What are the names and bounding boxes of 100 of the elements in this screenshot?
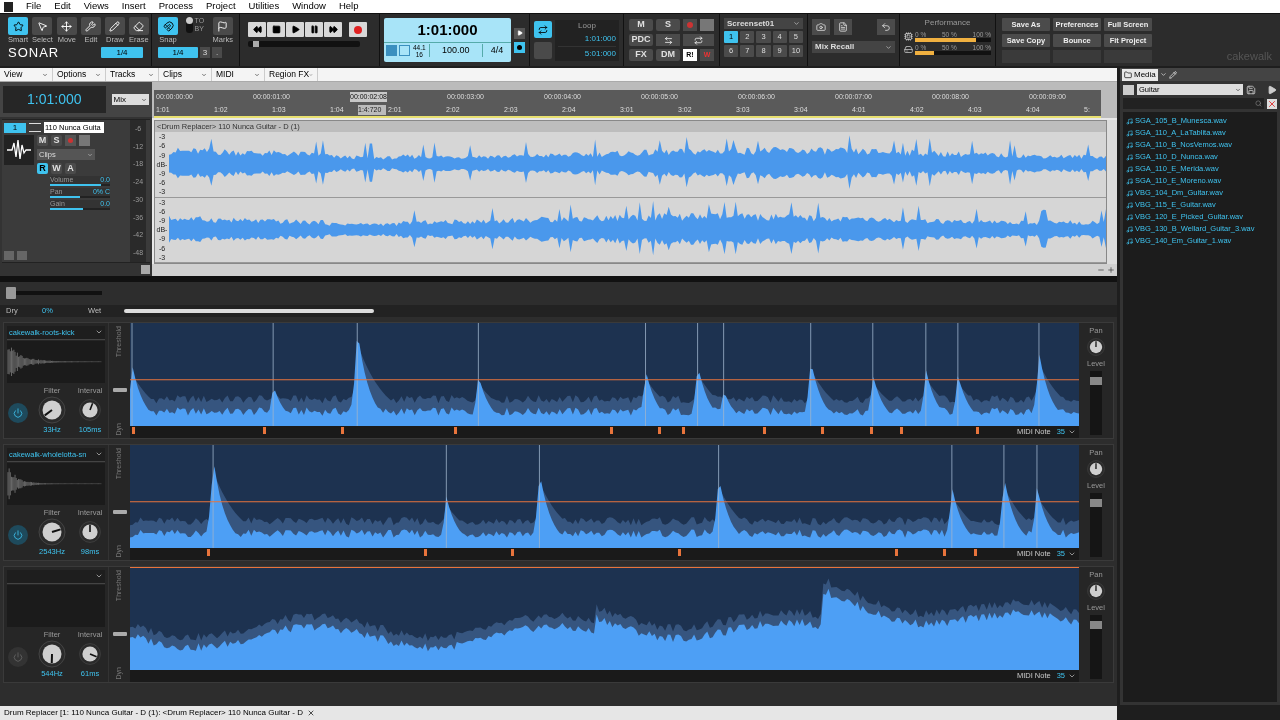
automation-button[interactable]: R [37, 163, 48, 175]
snap-button[interactable] [158, 17, 178, 35]
tool-button[interactable] [56, 17, 77, 35]
position-slider[interactable] [248, 41, 360, 47]
notes-button[interactable] [834, 19, 852, 35]
music-note-icon [1126, 141, 1133, 149]
interval-knob[interactable] [78, 520, 102, 543]
automation-button[interactable]: A [65, 163, 76, 175]
record-button[interactable] [349, 22, 367, 37]
meter-value[interactable]: 4/4 [483, 43, 511, 58]
track-view-menu[interactable]: Region FX [265, 68, 318, 81]
filter-knob[interactable] [38, 517, 66, 546]
caret-icon [87, 151, 93, 158]
search-field[interactable] [1123, 98, 1264, 109]
tool-button[interactable] [128, 17, 149, 35]
close-icon[interactable] [306, 709, 315, 717]
interval-knob[interactable] [78, 642, 102, 665]
menu-item[interactable]: Views [83, 0, 109, 14]
level-fader[interactable] [1090, 492, 1102, 557]
tool-button[interactable] [80, 17, 101, 35]
menu-item[interactable]: Project [205, 0, 236, 14]
view-mode-dropdown[interactable]: Mix [111, 94, 149, 106]
rewind-button[interactable] [248, 22, 266, 37]
solo-button[interactable]: S [656, 19, 680, 31]
editor-tab-label[interactable]: Drum Replacer [1: 110 Nunca Guitar - D (1): <Drum Replacer> 110 Nunca Guitar - D [4, 707, 303, 719]
menu-item[interactable]: Window [292, 0, 326, 14]
hit-marker [424, 549, 428, 556]
power-button[interactable] [8, 403, 28, 423]
music-note-icon [1126, 189, 1133, 197]
tool-button[interactable] [32, 17, 53, 35]
horizontal-scrollbar[interactable] [152, 264, 1117, 276]
search-icon [1255, 100, 1262, 107]
tool-button[interactable] [8, 17, 28, 35]
hit-marker [894, 549, 898, 556]
play-icon[interactable] [1267, 84, 1277, 95]
play-button[interactable] [286, 22, 304, 37]
screenset-dropdown[interactable]: Screenset01 [724, 18, 803, 29]
menu-item[interactable]: Edit [54, 0, 71, 14]
dropdown-caret-icon [1068, 672, 1076, 680]
track-view-menu[interactable]: Tracks [106, 68, 159, 81]
pause-icon [309, 25, 319, 34]
threshold-handle[interactable] [112, 631, 127, 636]
interval-knob[interactable] [78, 398, 102, 421]
track-toggle-button[interactable]: M [37, 135, 48, 147]
mix-recall-dropdown[interactable]: Mix Recall [812, 41, 895, 53]
record-mode-button[interactable] [514, 41, 525, 53]
threshold-handle[interactable] [112, 509, 127, 514]
pan-knob[interactable] [1086, 460, 1106, 479]
snapshot-button[interactable] [812, 19, 830, 35]
menu-item[interactable]: Process [158, 0, 193, 14]
undo-button[interactable] [877, 19, 895, 35]
track-view-menu[interactable]: Options [53, 68, 106, 81]
stop-button[interactable] [267, 22, 285, 37]
hit-marker [870, 427, 874, 434]
clear-search-icon[interactable] [1267, 98, 1277, 109]
play-small-button[interactable] [514, 27, 525, 39]
menu-item[interactable]: File [26, 0, 42, 14]
vertical-scrollbar[interactable] [1107, 120, 1117, 264]
level-fader[interactable] [1090, 614, 1102, 679]
triplet-button[interactable]: 3 [200, 47, 210, 58]
loop-icon [538, 24, 548, 35]
menu-item[interactable]: Utilities [248, 0, 280, 14]
folder-icon [1124, 70, 1132, 79]
loop-button[interactable] [534, 21, 552, 38]
dm-button[interactable]: DM [656, 49, 680, 61]
snap-resolution-dropdown[interactable]: 1/4 [158, 47, 198, 58]
track-view-menu[interactable]: Clips [159, 68, 212, 81]
menu-item[interactable]: Insert [121, 0, 146, 14]
mute-button[interactable]: M [629, 19, 653, 31]
marks-button[interactable] [212, 17, 233, 35]
zoom-out-icon [1097, 266, 1105, 274]
refresh-button[interactable] [683, 34, 714, 46]
threshold-handle[interactable] [112, 387, 127, 392]
pdc-button[interactable]: PDC [629, 34, 653, 46]
automation-button[interactable]: W [51, 163, 62, 175]
track-view-menu[interactable]: MIDI [212, 68, 265, 81]
track-toggle-button[interactable]: S [51, 135, 62, 147]
level-fader[interactable] [1090, 370, 1102, 435]
filter-knob[interactable] [38, 639, 66, 668]
fx-button[interactable]: FX [629, 49, 653, 61]
tool-resolution-dropdown[interactable]: 1/4 [101, 47, 143, 58]
caret-icon[interactable] [1159, 71, 1167, 78]
menu-item[interactable]: Help [338, 0, 359, 14]
filter-knob[interactable] [38, 395, 66, 424]
pan-knob[interactable] [1086, 338, 1106, 357]
fast-forward-button[interactable] [324, 22, 342, 37]
pause-button[interactable] [305, 22, 323, 37]
tool-button[interactable] [104, 17, 125, 35]
pan-knob[interactable] [1086, 582, 1106, 601]
caret-icon [141, 96, 147, 103]
swap-button[interactable] [656, 34, 680, 46]
dotted-button[interactable]: . [212, 47, 222, 58]
tempo-value[interactable]: 100.00 [428, 43, 483, 58]
power-button[interactable] [8, 525, 28, 545]
browser-tab[interactable]: Media [1122, 68, 1158, 81]
input-echo-button[interactable] [79, 135, 90, 147]
to-by-switch[interactable] [186, 17, 194, 33]
input-echo-button[interactable] [700, 19, 714, 31]
track-view-menu[interactable]: View [0, 68, 53, 81]
save-icon[interactable] [1246, 84, 1256, 95]
